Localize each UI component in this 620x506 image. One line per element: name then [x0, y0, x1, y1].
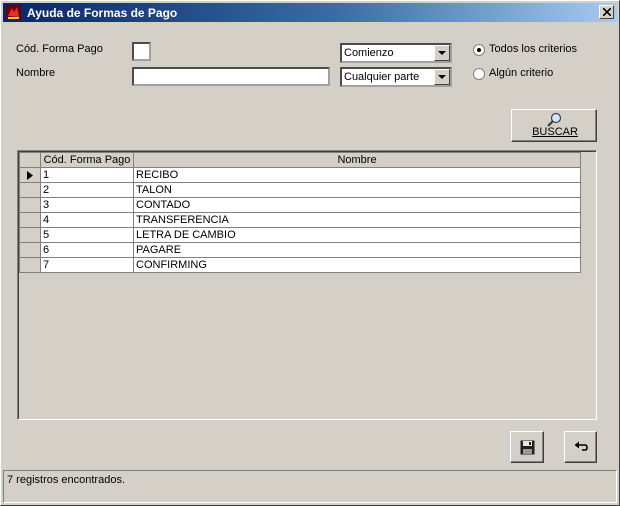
codigo-match-value: Comienzo [344, 47, 394, 59]
cell-nombre[interactable]: CONFIRMING [133, 257, 581, 273]
cell-codigo[interactable]: 7 [40, 257, 134, 273]
chevron-down-icon[interactable] [434, 45, 450, 61]
row-selector[interactable] [19, 197, 41, 213]
table-row[interactable]: 6 PAGARE [19, 242, 581, 258]
close-button[interactable] [599, 5, 614, 19]
column-header-codigo[interactable]: Cód. Forma Pago [40, 152, 134, 168]
cell-nombre[interactable]: TRANSFERENCIA [133, 212, 581, 228]
table-row[interactable]: 3 CONTADO [19, 197, 581, 213]
floppy-disk-icon [520, 440, 535, 455]
title-bar[interactable]: Ayuda de Formas de Pago [3, 3, 617, 22]
cell-codigo[interactable]: 2 [40, 182, 134, 198]
undo-button[interactable] [564, 431, 597, 463]
cell-nombre[interactable]: CONTADO [133, 197, 581, 213]
table-row[interactable]: 7 CONFIRMING [19, 257, 581, 273]
codigo-label: Cód. Forma Pago [16, 43, 103, 55]
codigo-input[interactable] [132, 42, 151, 61]
save-button[interactable] [510, 431, 544, 463]
dialog-window: Ayuda de Formas de Pago Cód. Forma Pago … [0, 0, 620, 506]
radio-any-criteria[interactable] [473, 68, 485, 80]
table-row[interactable]: 2 TALON [19, 182, 581, 198]
status-text: 7 registros encontrados. [7, 474, 126, 486]
radio-all-label: Todos los criterios [489, 43, 578, 55]
close-icon [603, 8, 611, 16]
cell-nombre[interactable]: RECIBO [133, 167, 581, 183]
cell-nombre[interactable]: PAGARE [133, 242, 581, 258]
nombre-match-select[interactable]: Cualquier parte [340, 67, 452, 87]
table-row[interactable]: 4 TRANSFERENCIA [19, 212, 581, 228]
row-selector[interactable] [19, 242, 41, 258]
window-title: Ayuda de Formas de Pago [27, 6, 178, 20]
row-selector[interactable] [19, 167, 41, 183]
row-selector-header [19, 152, 41, 168]
current-row-pointer-icon [27, 171, 33, 180]
row-selector[interactable] [19, 227, 41, 243]
table-row[interactable]: 5 LETRA DE CAMBIO [19, 227, 581, 243]
cell-codigo[interactable]: 1 [40, 167, 134, 183]
search-button[interactable]: BUSCAR [511, 109, 597, 142]
row-selector[interactable] [19, 182, 41, 198]
nombre-input[interactable] [132, 67, 330, 86]
table-header-row: Cód. Forma Pago Nombre [19, 152, 581, 168]
nombre-label: Nombre [16, 67, 56, 79]
chevron-down-icon[interactable] [434, 69, 450, 85]
row-selector[interactable] [19, 212, 41, 228]
results-grid: Cód. Forma Pago Nombre 1 RECIBO 2 TALON … [17, 150, 597, 420]
table-row[interactable]: 1 RECIBO [19, 167, 581, 183]
cell-codigo[interactable]: 5 [40, 227, 134, 243]
cell-codigo[interactable]: 3 [40, 197, 134, 213]
codigo-match-select[interactable]: Comienzo [340, 43, 452, 63]
cell-nombre[interactable]: LETRA DE CAMBIO [133, 227, 581, 243]
status-bar: 7 registros encontrados. [3, 470, 617, 503]
cell-nombre[interactable]: TALON [133, 182, 581, 198]
search-button-label: BUSCAR [532, 126, 578, 138]
cell-codigo[interactable]: 4 [40, 212, 134, 228]
radio-any-label: Algún criterio [489, 67, 554, 79]
radio-all-criteria[interactable] [473, 44, 485, 56]
column-header-nombre[interactable]: Nombre [133, 152, 581, 168]
row-selector[interactable] [19, 257, 41, 273]
results-table: Cód. Forma Pago Nombre 1 RECIBO 2 TALON … [19, 152, 581, 273]
app-icon[interactable] [6, 5, 21, 20]
cell-codigo[interactable]: 6 [40, 242, 134, 258]
undo-arrow-icon [574, 441, 588, 451]
nombre-match-value: Cualquier parte [344, 71, 420, 83]
